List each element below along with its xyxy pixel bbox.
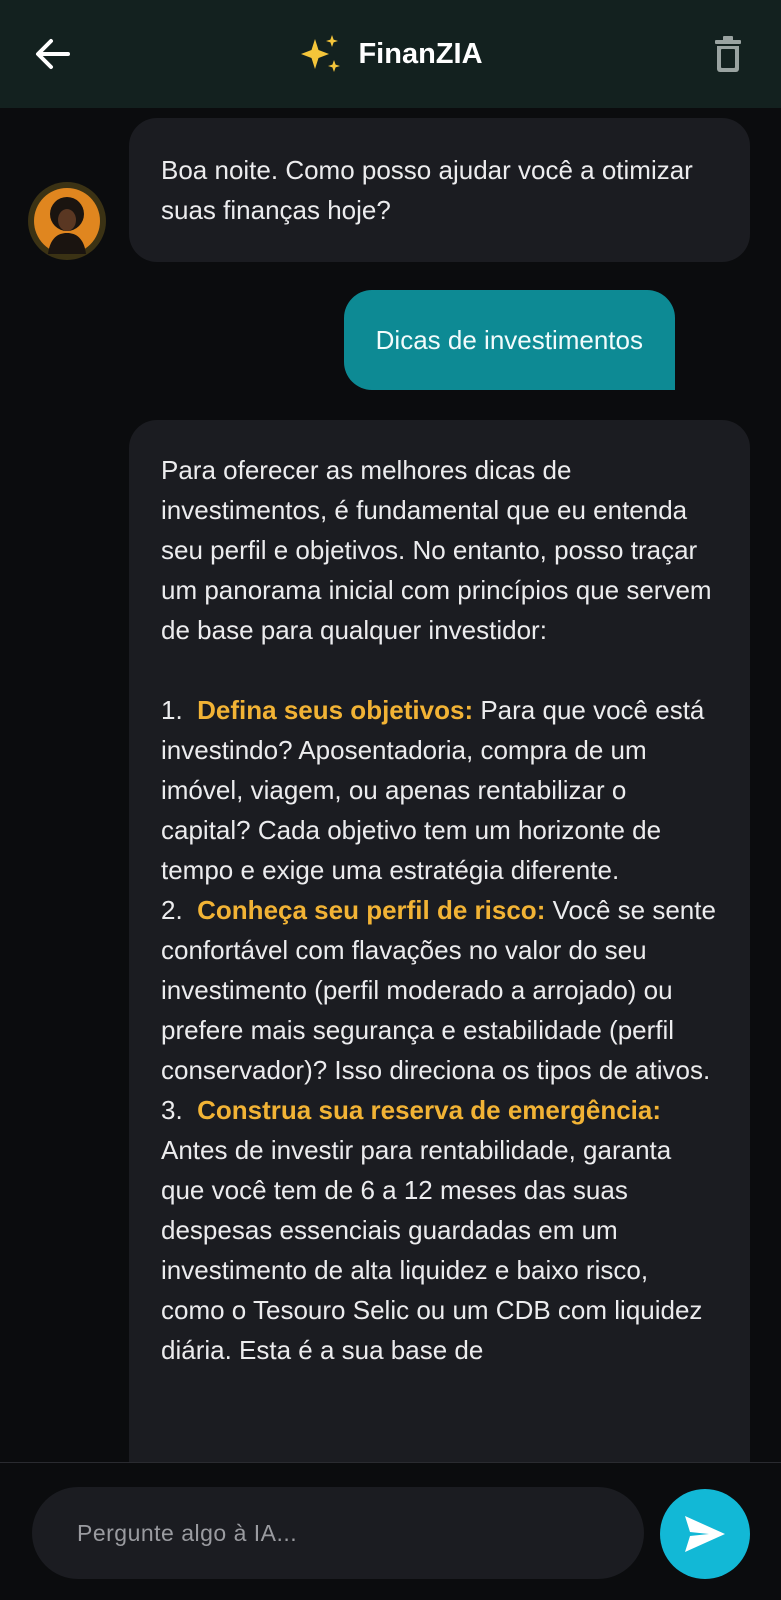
assistant-message: Para oferecer as melhores dicas de inves… <box>129 420 750 1462</box>
message-text: Boa noite. Como posso ajudar você a otim… <box>161 155 693 225</box>
app-bar: FinanZIA <box>0 0 781 108</box>
sparkles-icon <box>301 35 341 72</box>
message-input[interactable] <box>77 1519 644 1547</box>
message-input-container[interactable] <box>32 1487 644 1579</box>
list-item-title: Conheça seu perfil de risco: <box>197 895 546 925</box>
send-icon <box>685 1516 725 1552</box>
app-title-group: FinanZIA <box>298 33 483 75</box>
trash-icon <box>715 36 741 72</box>
list-item: 3. Construa sua reserva de emergência: A… <box>161 1090 718 1370</box>
back-button[interactable] <box>32 34 72 74</box>
list-number: 3. <box>161 1095 183 1125</box>
message-intro: Para oferecer as melhores dicas de inves… <box>161 455 712 645</box>
assistant-message: Boa noite. Como posso ajudar você a otim… <box>129 118 750 262</box>
delete-chat-button[interactable] <box>711 34 745 74</box>
composer-bar <box>0 1462 781 1600</box>
avatar-portrait-icon <box>34 188 100 254</box>
message-text: Dicas de investimentos <box>375 324 643 355</box>
list-number: 1. <box>161 695 183 725</box>
list-number: 2. <box>161 895 183 925</box>
assistant-avatar <box>28 182 106 260</box>
list-item: 2. Conheça seu perfil de risco: Você se … <box>161 890 718 1090</box>
app-title: FinanZIA <box>358 37 483 70</box>
arrow-left-icon <box>36 39 70 69</box>
list-item-title: Defina seus objetivos: <box>197 695 474 725</box>
list-item: 1. Defina seus objetivos: Para que você … <box>161 690 718 890</box>
chat-area[interactable]: Boa noite. Como posso ajudar você a otim… <box>0 108 781 1462</box>
send-button[interactable] <box>660 1489 750 1579</box>
user-message: Dicas de investimentos <box>343 290 675 390</box>
list-item-title: Construa sua reserva de emergência: <box>197 1095 662 1125</box>
list-item-body: Antes de investir para rentabilidade, ga… <box>161 1135 703 1365</box>
